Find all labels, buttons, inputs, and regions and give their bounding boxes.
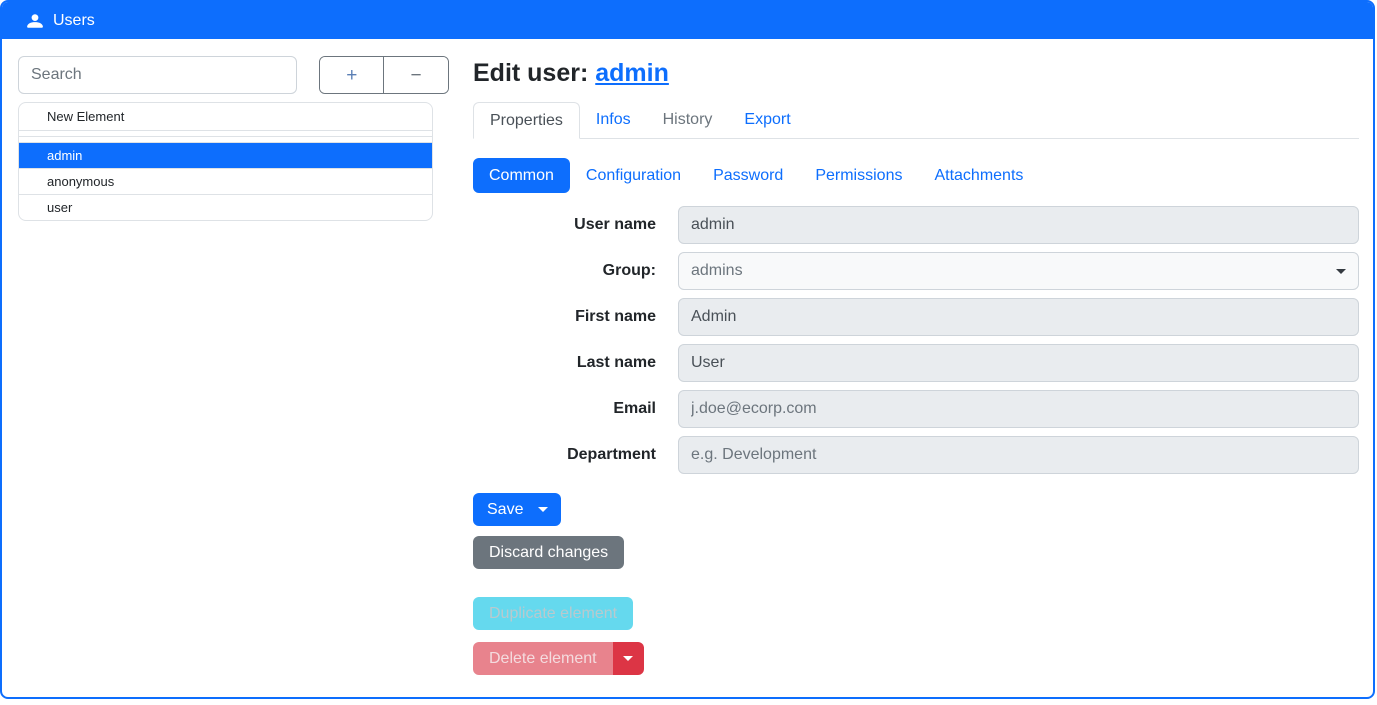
lastname-label: Last name (473, 354, 678, 372)
list-item-new-element[interactable]: New Element (19, 103, 432, 131)
tab-export[interactable]: Export (728, 102, 806, 139)
content-area: + − New Element admin anonymous user Edi… (2, 39, 1373, 675)
edited-user-link[interactable]: admin (595, 59, 669, 87)
subtab-password[interactable]: Password (697, 158, 799, 193)
save-button[interactable]: Save (473, 493, 561, 526)
discard-changes-button[interactable]: Discard changes (473, 536, 624, 569)
page-title-prefix: Edit user: (473, 59, 588, 87)
app-title: Users (53, 12, 95, 30)
sidebar-toolbar: + − (18, 56, 449, 94)
duplicate-element-button: Duplicate element (473, 597, 633, 630)
email-field (678, 390, 1359, 428)
department-label: Department (473, 446, 678, 464)
list-item-user[interactable]: user (19, 195, 432, 220)
username-field (678, 206, 1359, 244)
subtab-configuration[interactable]: Configuration (570, 158, 697, 193)
lastname-field (678, 344, 1359, 382)
email-label: Email (473, 400, 678, 418)
save-button-label: Save (487, 500, 523, 519)
top-navbar: Users (2, 2, 1373, 39)
firstname-field (678, 298, 1359, 336)
tab-properties[interactable]: Properties (473, 102, 580, 139)
tab-infos[interactable]: Infos (580, 102, 647, 139)
subtab-permissions[interactable]: Permissions (799, 158, 918, 193)
save-dropdown-caret-icon[interactable] (538, 507, 548, 512)
sidebar: + − New Element admin anonymous user (2, 56, 449, 675)
form-row-group: Group: admins (473, 252, 1359, 290)
delete-dropdown-caret-icon (623, 656, 633, 661)
app-frame: Users + − New Element admin anonymous us… (0, 0, 1375, 699)
search-input[interactable] (18, 56, 297, 94)
form-row-username: User name (473, 206, 1359, 244)
add-element-button[interactable]: + (320, 57, 384, 93)
subtab-attachments[interactable]: Attachments (918, 158, 1039, 193)
delete-element-button: Delete element (473, 642, 613, 675)
add-remove-button-group: + − (319, 56, 449, 94)
username-label: User name (473, 216, 678, 234)
form-row-department: Department (473, 436, 1359, 474)
person-icon (26, 12, 44, 30)
list-item-anonymous[interactable]: anonymous (19, 169, 432, 195)
tab-history: History (647, 102, 729, 139)
subtab-common[interactable]: Common (473, 158, 570, 193)
firstname-label: First name (473, 308, 678, 326)
main-tabs: Properties Infos History Export (473, 102, 1359, 139)
group-select-value: admins (691, 262, 743, 280)
group-select[interactable]: admins (678, 252, 1359, 290)
delete-dropdown-toggle[interactable] (613, 642, 644, 675)
form-row-lastname: Last name (473, 344, 1359, 382)
department-field (678, 436, 1359, 474)
main-panel: Edit user: admin Properties Infos Histor… (449, 56, 1373, 675)
form-row-firstname: First name (473, 298, 1359, 336)
delete-button-group: Delete element (473, 642, 644, 675)
form-row-email: Email (473, 390, 1359, 428)
action-buttons: Save Discard changes Duplicate element D… (473, 482, 1359, 675)
user-list: New Element admin anonymous user (18, 102, 433, 221)
properties-subtabs: Common Configuration Password Permission… (473, 158, 1359, 193)
user-form: User name Group: admins First name Last … (473, 206, 1359, 675)
chevron-down-icon (1336, 269, 1346, 274)
group-label: Group: (473, 262, 678, 280)
list-item-admin[interactable]: admin (19, 143, 432, 169)
page-title: Edit user: admin (473, 58, 1359, 88)
remove-element-button[interactable]: − (384, 57, 448, 93)
